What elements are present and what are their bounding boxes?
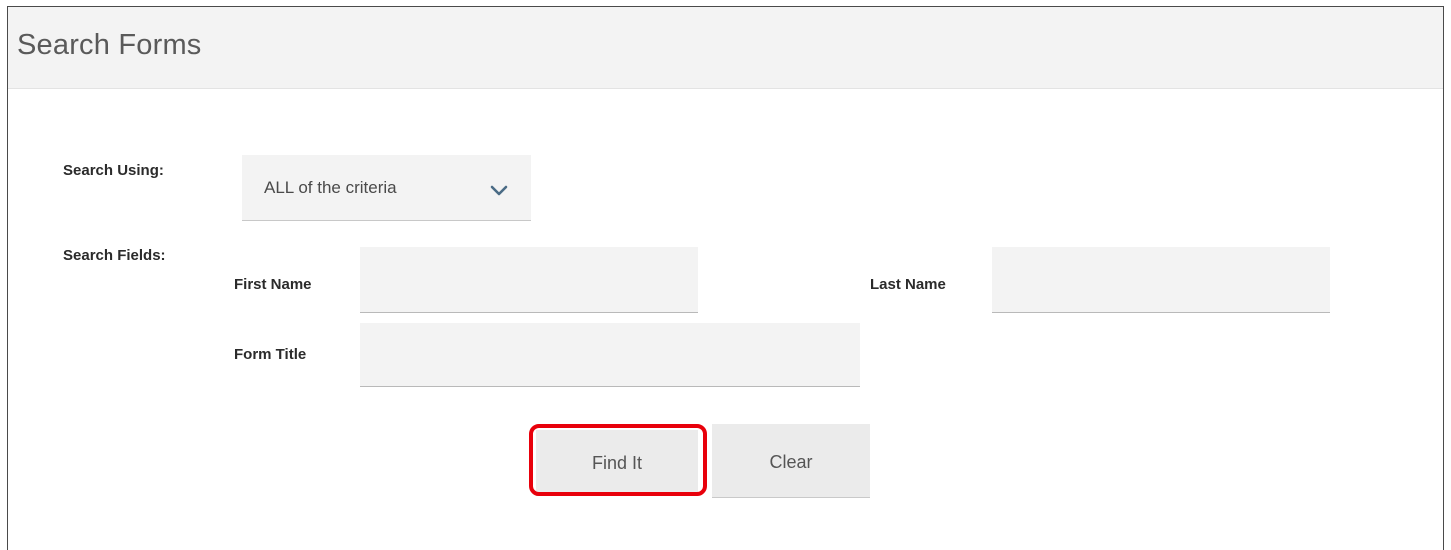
- last-name-input[interactable]: [992, 247, 1330, 313]
- chevron-down-icon: [490, 185, 508, 196]
- first-name-input[interactable]: [360, 247, 698, 313]
- panel-header: Search Forms: [8, 7, 1443, 89]
- clear-button[interactable]: Clear: [712, 424, 870, 498]
- form-title-input[interactable]: [360, 323, 860, 387]
- search-using-select[interactable]: ALL of the criteria: [242, 155, 531, 221]
- form-title-label: Form Title: [234, 346, 307, 363]
- search-fields-label: Search Fields:: [63, 247, 166, 264]
- last-name-label: Last Name: [870, 276, 946, 293]
- find-it-button[interactable]: Find It: [536, 430, 698, 496]
- first-name-label: First Name: [234, 276, 312, 293]
- page-title: Search Forms: [17, 29, 202, 61]
- search-forms-panel: Search Forms Search Using: ALL of the cr…: [7, 6, 1444, 550]
- search-using-label: Search Using:: [63, 162, 164, 179]
- search-using-selected-value: ALL of the criteria: [264, 178, 397, 197]
